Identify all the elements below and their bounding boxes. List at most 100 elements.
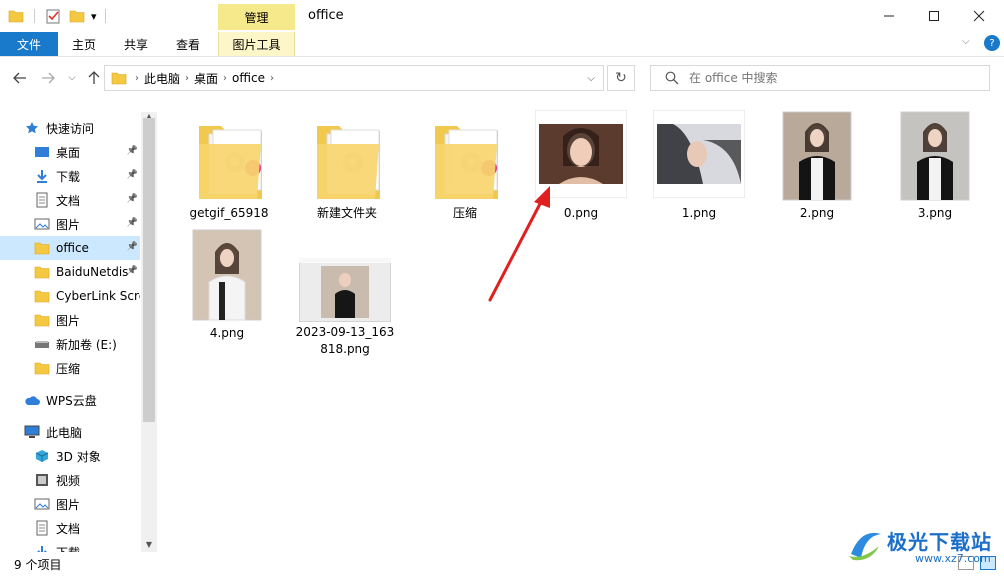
maximize-button[interactable] (911, 0, 957, 32)
folder-icon (199, 126, 262, 199)
file-name[interactable]: 2.png (758, 205, 876, 222)
breadcrumb-desktop[interactable]: 桌面 (194, 70, 218, 87)
minimize-button[interactable] (866, 0, 912, 32)
sidebar-scrollbar[interactable]: ▲ ▼ (141, 112, 157, 552)
sidebar-item-label: 下载 (56, 169, 81, 184)
up-button[interactable] (84, 68, 104, 88)
help-icon[interactable]: ? (984, 35, 1000, 51)
search-box[interactable] (650, 65, 990, 91)
sidebar-item[interactable]: 视频 (0, 468, 140, 492)
ribbon-expand-chevron-icon[interactable]: ⌵ (962, 36, 970, 47)
breadcrumb-this-pc[interactable]: 此电脑 (144, 70, 180, 87)
sidebar-item-label: 快速访问 (46, 121, 95, 136)
image-thumbnail (889, 110, 981, 202)
sidebar-item[interactable]: 文档 (0, 516, 140, 540)
file-name[interactable]: 1.png (640, 205, 758, 222)
chevron-down-icon: ⌵ (68, 73, 76, 83)
search-icon (665, 71, 679, 85)
minimize-icon (884, 15, 894, 17)
sidebar-item-label: 下载 (56, 544, 80, 553)
pin-icon: 📌 (126, 194, 138, 204)
sidebar-item[interactable]: 此电脑 (0, 420, 140, 444)
document-icon (34, 192, 50, 208)
scrollbar-thumb[interactable] (143, 118, 155, 422)
breadcrumb-chevron-icon[interactable]: › (223, 73, 227, 84)
file-item-folder[interactable]: getgif_65918 (170, 110, 288, 225)
address-bar[interactable]: › 此电脑 › 桌面 › office › ⌵ (104, 65, 604, 91)
drive-icon (34, 337, 50, 351)
sidebar-item[interactable]: 下载 📌 (0, 164, 140, 188)
refresh-icon: ↻ (615, 70, 627, 86)
sidebar-item-label: 3D 对象 (56, 449, 101, 464)
arrow-right-icon (42, 72, 55, 84)
file-name[interactable]: getgif_65918 (170, 205, 288, 222)
tab-home[interactable]: 主页 (62, 32, 106, 56)
context-tab-manage[interactable]: 管理 (218, 4, 295, 30)
close-button[interactable] (956, 0, 1002, 32)
watermark-title: 极光下载站 (887, 530, 992, 554)
sidebar-item-label: 文档 (56, 521, 81, 536)
breadcrumb-chevron-icon[interactable]: › (270, 73, 274, 84)
sidebar-item[interactable]: 文档 📌 (0, 188, 140, 212)
sidebar-item[interactable]: 下载 (0, 540, 140, 552)
image-thumbnail (771, 110, 863, 202)
download-icon (34, 169, 50, 183)
ribbon-tabs: 文件 主页 共享 查看 图片工具 ⌵ ? (0, 32, 1004, 57)
file-item-image[interactable]: 4.png (168, 228, 286, 348)
sidebar-item[interactable]: 图片 📌 (0, 212, 140, 236)
annotation-arrow (488, 186, 550, 302)
folder-icon[interactable] (8, 9, 24, 23)
sidebar-item[interactable]: BaiduNetdis 📌 (0, 260, 140, 284)
tab-share[interactable]: 共享 (114, 32, 158, 56)
search-input[interactable] (687, 70, 971, 86)
sidebar-item[interactable]: office 📌 (0, 236, 140, 260)
file-name[interactable]: 2023-09-13_163 818.png (286, 324, 404, 358)
sidebar-item-label: WPS云盘 (46, 393, 97, 408)
file-item-image[interactable]: 1.png (640, 110, 758, 225)
sidebar-item-label: 新加卷 (E:) (56, 337, 117, 352)
pin-icon: 📌 (126, 266, 138, 276)
picture-icon (34, 217, 50, 231)
address-dropdown-icon[interactable]: ⌵ (587, 73, 595, 84)
file-name[interactable]: 新建文件夹 (288, 205, 406, 222)
sidebar-item[interactable]: 3D 对象 (0, 444, 140, 468)
tab-file[interactable]: 文件 (0, 32, 58, 56)
sidebar-item[interactable]: 图片 (0, 308, 140, 332)
folder-icon (34, 241, 50, 255)
properties-icon[interactable] (45, 8, 61, 24)
new-folder-icon[interactable] (69, 9, 85, 23)
scroll-down-icon[interactable]: ▼ (141, 540, 157, 549)
sidebar-item[interactable]: 桌面 📌 (0, 140, 140, 164)
sidebar-item-label: 图片 (56, 497, 81, 512)
tab-picture-tools[interactable]: 图片工具 (218, 32, 295, 56)
image-thumbnail (181, 228, 273, 322)
file-name[interactable]: 3.png (876, 205, 994, 222)
document-icon (34, 520, 50, 536)
breadcrumb-office[interactable]: office (232, 71, 265, 85)
sidebar-item[interactable]: 新加卷 (E:) (0, 332, 140, 356)
recent-locations-button[interactable]: ⌵ (62, 68, 82, 88)
sidebar-item-label: BaiduNetdis (56, 265, 129, 279)
forward-button[interactable] (38, 68, 58, 88)
back-button[interactable] (10, 68, 30, 88)
breadcrumb-chevron-icon[interactable]: › (135, 73, 139, 84)
breadcrumb-chevron-icon[interactable]: › (185, 73, 189, 84)
sidebar-item[interactable]: WPS云盘 (0, 388, 140, 412)
sidebar-item[interactable]: CyberLink Scre (0, 284, 140, 308)
file-item-image[interactable]: 2023-09-13_163 818.png (286, 228, 404, 368)
file-name[interactable]: 4.png (168, 325, 286, 342)
file-item-image[interactable]: 2.png (758, 110, 876, 225)
download-icon (34, 545, 50, 552)
pin-icon: 📌 (126, 170, 138, 180)
cloud-icon (24, 393, 40, 407)
sidebar-item[interactable]: 压缩 (0, 356, 140, 380)
file-item-image[interactable]: 3.png (876, 110, 994, 225)
tab-view[interactable]: 查看 (166, 32, 210, 56)
quick-access-dropdown[interactable]: ▾ (91, 10, 97, 23)
refresh-button[interactable]: ↻ (607, 65, 635, 91)
sidebar-item-label: 此电脑 (46, 425, 83, 440)
sidebar-item[interactable]: 图片 (0, 492, 140, 516)
sidebar-item[interactable]: 快速访问 (0, 116, 140, 140)
watermark-logo-icon (849, 532, 881, 561)
file-item-folder[interactable]: 新建文件夹 (288, 110, 406, 225)
